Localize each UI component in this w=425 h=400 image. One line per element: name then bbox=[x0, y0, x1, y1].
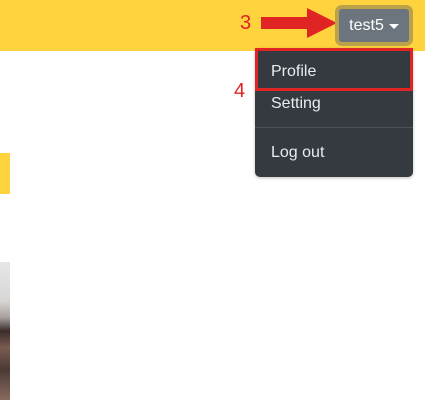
menu-item-profile[interactable]: Profile bbox=[255, 56, 413, 88]
dropdown-divider bbox=[255, 127, 413, 128]
user-menu-label: test5 bbox=[349, 16, 384, 34]
user-menu-button[interactable]: test5 bbox=[335, 5, 413, 46]
step-3-annotation: 3 bbox=[240, 12, 252, 34]
menu-item-setting[interactable]: Setting bbox=[255, 88, 413, 120]
step-4-annotation: 4 bbox=[234, 80, 246, 102]
arrow-right-icon bbox=[261, 8, 337, 38]
yellow-tab-edge bbox=[0, 153, 10, 194]
menu-item-log-out[interactable]: Log out bbox=[255, 137, 413, 169]
chevron-down-icon bbox=[388, 24, 399, 29]
top-navbar: 3 test5 bbox=[0, 0, 425, 51]
photo-thumbnail-edge bbox=[0, 262, 10, 400]
user-dropdown-menu: Profile Setting Log out bbox=[255, 48, 413, 177]
